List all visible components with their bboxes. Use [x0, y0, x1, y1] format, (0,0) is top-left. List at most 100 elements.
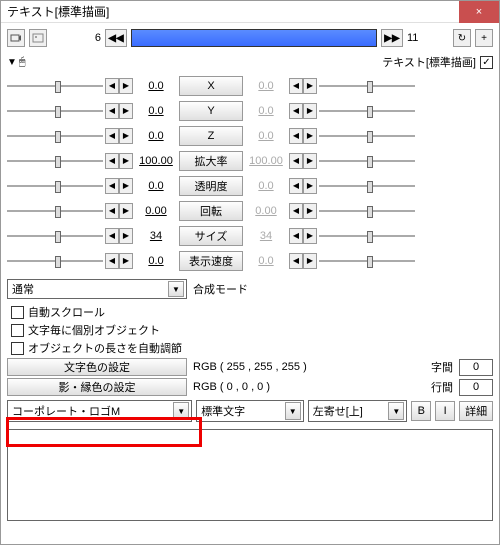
slider-left[interactable]	[7, 203, 103, 219]
param-name-button[interactable]: 表示速度	[179, 251, 243, 271]
collapse-icon[interactable]: ▼	[7, 57, 17, 68]
bold-button[interactable]: B	[411, 401, 431, 421]
frame-start: 6	[81, 32, 101, 44]
section-checkbox[interactable]	[480, 56, 493, 69]
slider-right[interactable]	[319, 153, 415, 169]
style-value: 標準文字	[201, 403, 245, 419]
param-row-サイズ: ◀▶34サイズ34◀▶	[7, 223, 493, 248]
align-value: 左寄せ[上]	[313, 403, 363, 419]
spinner-right[interactable]: ◀▶	[289, 178, 317, 194]
detail-button[interactable]: 詳細	[459, 401, 493, 421]
slider-right[interactable]	[319, 228, 415, 244]
refresh-icon[interactable]: ↻	[453, 29, 471, 47]
spinner-left[interactable]: ◀▶	[105, 103, 133, 119]
checkbox[interactable]	[11, 342, 24, 355]
spinner-right[interactable]: ◀▶	[289, 78, 317, 94]
edge-color-button[interactable]: 影・縁色の設定	[7, 378, 187, 396]
slider-right[interactable]	[319, 178, 415, 194]
image-icon[interactable]	[29, 29, 47, 47]
slider-right[interactable]	[319, 253, 415, 269]
chevron-down-icon[interactable]: ▼	[173, 402, 189, 420]
param-row-拡大率: ◀▶100.00拡大率100.00◀▶	[7, 148, 493, 173]
slider-right[interactable]	[319, 128, 415, 144]
spinner-left[interactable]: ◀▶	[105, 228, 133, 244]
text-input-area[interactable]	[7, 429, 493, 521]
param-name-button[interactable]: 透明度	[179, 176, 243, 196]
italic-button[interactable]: I	[435, 401, 455, 421]
spinner-right[interactable]: ◀▶	[289, 153, 317, 169]
window-title: テキスト[標準描画]	[7, 3, 459, 20]
param-name-button[interactable]: Z	[179, 126, 243, 146]
spinner-left[interactable]: ◀▶	[105, 253, 133, 269]
slider-right[interactable]	[319, 103, 415, 119]
spinner-right[interactable]: ◀▶	[289, 103, 317, 119]
spinner-left[interactable]: ◀▶	[105, 203, 133, 219]
slider-left[interactable]	[7, 128, 103, 144]
param-row-回転: ◀▶0.00回転0.00◀▶	[7, 198, 493, 223]
value-right[interactable]: 0.00	[245, 205, 287, 217]
blend-label: 合成モード	[193, 281, 248, 297]
chevron-down-icon[interactable]: ▼	[285, 402, 301, 420]
spinner-right[interactable]: ◀▶	[289, 128, 317, 144]
value-left[interactable]: 0.0	[135, 80, 177, 92]
spinner-right[interactable]: ◀▶	[289, 253, 317, 269]
value-right[interactable]: 0.0	[245, 255, 287, 267]
value-right[interactable]: 100.00	[245, 155, 287, 167]
checkbox[interactable]	[11, 324, 24, 337]
param-name-button[interactable]: 拡大率	[179, 151, 243, 171]
param-name-button[interactable]: Y	[179, 101, 243, 121]
value-left[interactable]: 100.00	[135, 155, 177, 167]
chevron-down-icon[interactable]: ▼	[168, 281, 184, 297]
value-left[interactable]: 0.0	[135, 255, 177, 267]
blend-value: 通常	[12, 281, 34, 297]
value-left[interactable]: 34	[135, 230, 177, 242]
font-value: コーポレート・ロゴM	[12, 403, 120, 419]
spinner-left[interactable]: ◀▶	[105, 153, 133, 169]
align-combo[interactable]: 左寄せ[上] ▼	[308, 400, 408, 422]
blend-combo[interactable]: 通常 ▼	[7, 279, 187, 299]
style-combo[interactable]: 標準文字 ▼	[196, 400, 304, 422]
slider-left[interactable]	[7, 78, 103, 94]
check-label: オブジェクトの長さを自動調節	[28, 340, 182, 356]
param-row-透明度: ◀▶0.0透明度0.0◀▶	[7, 173, 493, 198]
value-left[interactable]: 0.0	[135, 180, 177, 192]
line-input[interactable]	[459, 379, 493, 396]
timeline-slider[interactable]	[131, 29, 377, 47]
slider-right[interactable]	[319, 203, 415, 219]
prev-button[interactable]: ◀◀	[105, 29, 127, 47]
value-right[interactable]: 0.0	[245, 180, 287, 192]
add-button[interactable]: +	[475, 29, 493, 47]
value-right[interactable]: 0.0	[245, 130, 287, 142]
next-button[interactable]: ▶▶	[381, 29, 403, 47]
slider-left[interactable]	[7, 228, 103, 244]
spinner-left[interactable]: ◀▶	[105, 78, 133, 94]
slider-left[interactable]	[7, 178, 103, 194]
param-name-button[interactable]: サイズ	[179, 226, 243, 246]
spinner-left[interactable]: ◀▶	[105, 178, 133, 194]
value-right[interactable]: 0.0	[245, 80, 287, 92]
value-right[interactable]: 0.0	[245, 105, 287, 117]
camera-icon[interactable]	[7, 29, 25, 47]
font-combo[interactable]: コーポレート・ロゴM ▼	[7, 400, 192, 422]
slider-left[interactable]	[7, 153, 103, 169]
titlebar: テキスト[標準描画] ×	[1, 1, 499, 23]
value-left[interactable]: 0.00	[135, 205, 177, 217]
spinner-left[interactable]: ◀▶	[105, 128, 133, 144]
spinner-right[interactable]: ◀▶	[289, 228, 317, 244]
value-left[interactable]: 0.0	[135, 130, 177, 142]
text-color-button[interactable]: 文字色の設定	[7, 358, 187, 376]
slider-left[interactable]	[7, 103, 103, 119]
param-name-button[interactable]: X	[179, 76, 243, 96]
close-button[interactable]: ×	[459, 1, 499, 23]
value-right[interactable]: 34	[245, 230, 287, 242]
font-row: コーポレート・ロゴM ▼ 標準文字 ▼ 左寄せ[上] ▼ B I 詳細	[1, 397, 499, 425]
slider-right[interactable]	[319, 78, 415, 94]
checkbox[interactable]	[11, 306, 24, 319]
spacing-input[interactable]	[459, 359, 493, 376]
chevron-down-icon[interactable]: ▼	[388, 402, 404, 420]
param-name-button[interactable]: 回転	[179, 201, 243, 221]
value-left[interactable]: 0.0	[135, 105, 177, 117]
spinner-right[interactable]: ◀▶	[289, 203, 317, 219]
blend-row: 通常 ▼ 合成モード	[1, 275, 499, 303]
slider-left[interactable]	[7, 253, 103, 269]
